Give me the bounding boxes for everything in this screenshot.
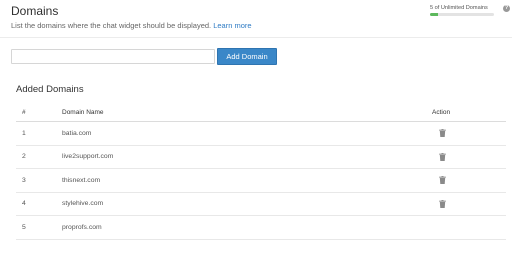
page-title: Domains bbox=[11, 4, 59, 18]
usage-progress-bar bbox=[430, 13, 494, 16]
row-number: 4 bbox=[22, 200, 26, 208]
trash-icon[interactable] bbox=[439, 199, 446, 208]
domain-input[interactable] bbox=[11, 49, 215, 64]
table-row: 5 proprofs.com bbox=[16, 216, 506, 240]
domain-name: proprofs.com bbox=[62, 223, 102, 231]
page-subtitle: List the domains where the chat widget s… bbox=[11, 21, 252, 30]
row-number: 3 bbox=[22, 176, 26, 184]
domain-name: live2support.com bbox=[62, 153, 114, 161]
domain-name: stylehive.com bbox=[62, 200, 104, 208]
trash-icon[interactable] bbox=[439, 129, 446, 138]
row-number: 2 bbox=[22, 153, 26, 161]
table-row: 4 stylehive.com bbox=[16, 193, 506, 216]
domain-name: thisnext.com bbox=[62, 176, 101, 184]
learn-more-link[interactable]: Learn more bbox=[213, 21, 251, 30]
row-number: 1 bbox=[22, 129, 26, 137]
table-row: 3 thisnext.com bbox=[16, 169, 506, 193]
row-number: 5 bbox=[22, 223, 26, 231]
domains-table: # Domain Name Action 1 batia.com 2 live2… bbox=[16, 103, 506, 240]
header-divider bbox=[0, 37, 512, 38]
domains-page: Domains List the domains where the chat … bbox=[0, 0, 512, 256]
trash-icon[interactable] bbox=[439, 176, 446, 185]
column-header-domain: Domain Name bbox=[62, 108, 104, 116]
domain-name: batia.com bbox=[62, 129, 92, 137]
usage-progress-fill bbox=[430, 13, 438, 16]
help-icon[interactable]: ? bbox=[503, 5, 510, 12]
trash-icon[interactable] bbox=[439, 152, 446, 161]
table-header-row: # Domain Name Action bbox=[16, 103, 506, 122]
table-row: 2 live2support.com bbox=[16, 146, 506, 169]
subtitle-text: List the domains where the chat widget s… bbox=[11, 21, 212, 30]
column-header-action: Action bbox=[432, 108, 451, 116]
table-row: 1 batia.com bbox=[16, 122, 506, 146]
added-domains-title: Added Domains bbox=[16, 84, 84, 95]
usage-text: 5 of Unlimited Domains bbox=[430, 5, 488, 11]
add-domain-button[interactable]: Add Domain bbox=[217, 48, 277, 65]
domain-usage: 5 of Unlimited Domains ? bbox=[430, 5, 510, 16]
column-header-number: # bbox=[22, 108, 26, 116]
